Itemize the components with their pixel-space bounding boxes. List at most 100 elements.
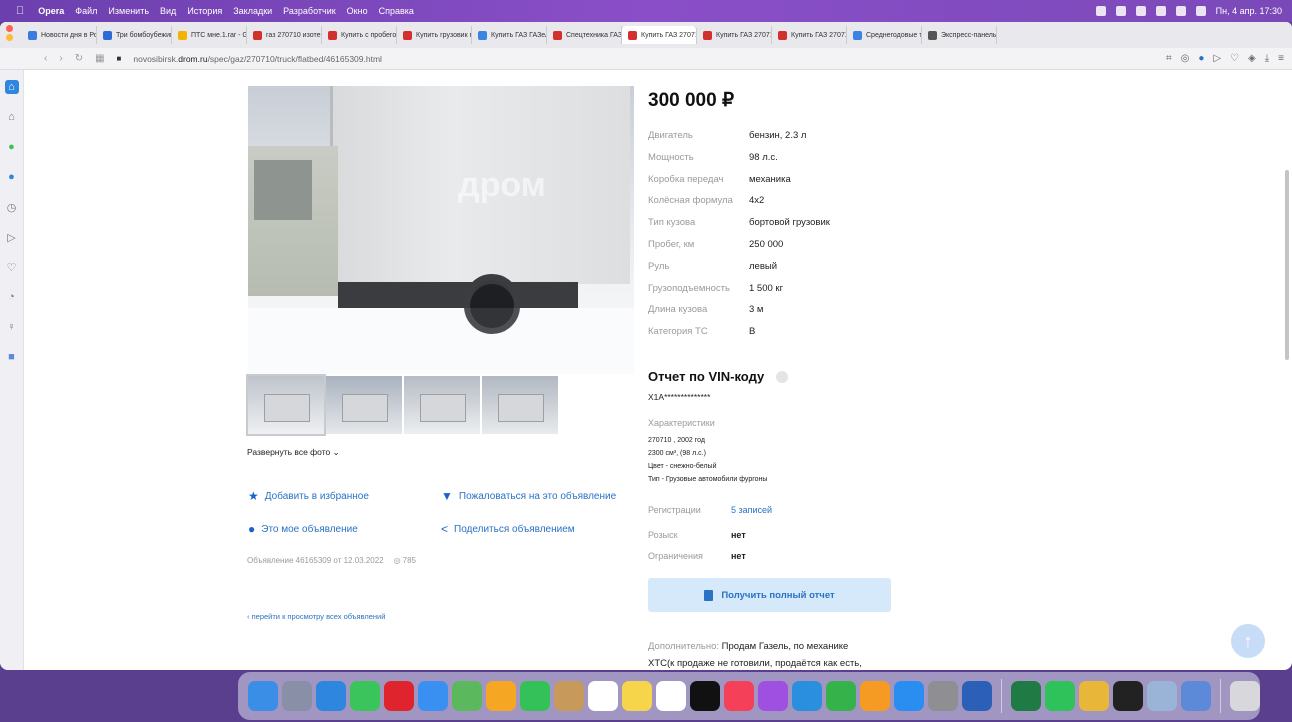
thumbnail[interactable] xyxy=(246,374,326,436)
pages-icon[interactable] xyxy=(860,681,890,711)
main-photo[interactable]: дром xyxy=(248,86,634,374)
history-icon[interactable]: ◔ xyxy=(5,290,19,304)
finder-icon[interactable] xyxy=(248,681,278,711)
apple-menu-icon[interactable]:  xyxy=(16,5,24,17)
contacts-icon[interactable] xyxy=(554,681,584,711)
complain-button[interactable]: ▼ Пожаловаться на это объявление xyxy=(441,489,616,503)
close-window-button[interactable] xyxy=(6,25,13,32)
preview-icon[interactable] xyxy=(1147,681,1177,711)
scroll-up-button[interactable]: ↑ xyxy=(1231,624,1265,658)
status-icon-battery[interactable] xyxy=(1135,6,1146,16)
calendar-icon[interactable] xyxy=(656,681,686,711)
numbers-icon[interactable] xyxy=(826,681,856,711)
search-icon[interactable] xyxy=(1175,6,1186,16)
menu-help[interactable]: Справка xyxy=(379,6,414,16)
music-icon[interactable] xyxy=(724,681,754,711)
word-icon[interactable] xyxy=(962,681,992,711)
page-scrollbar[interactable] xyxy=(1285,170,1289,360)
keynote-icon[interactable] xyxy=(792,681,822,711)
tabs-grid-icon[interactable]: ▦ xyxy=(95,53,104,64)
notes-icon[interactable] xyxy=(622,681,652,711)
appstore-icon[interactable] xyxy=(894,681,924,711)
add-favorite-button[interactable]: ★ Добавить в избранное xyxy=(248,489,369,503)
menu-edit[interactable]: Изменить xyxy=(108,6,149,16)
browser-tab[interactable]: Купить ГАЗ 270710 xyxy=(697,26,772,44)
home-outline-icon[interactable]: ⌂ xyxy=(5,110,19,124)
flow-icon[interactable]: ▷ xyxy=(5,230,19,244)
expand-photos-link[interactable]: Развернуть все фото ⌄ xyxy=(247,447,340,458)
menu-opera[interactable]: Opera xyxy=(38,6,64,16)
browser-tab[interactable]: Среднегодовые т xyxy=(847,26,922,44)
whatsapp-icon[interactable] xyxy=(1045,681,1075,711)
launchpad-icon[interactable] xyxy=(282,681,312,711)
play-icon[interactable]: ▷ xyxy=(1213,53,1221,64)
box-icon[interactable]: ◈ xyxy=(1248,53,1256,64)
minimize-window-button[interactable] xyxy=(6,34,13,41)
facetime-icon[interactable] xyxy=(520,681,550,711)
menu-view[interactable]: Вид xyxy=(160,6,176,16)
browser-tab[interactable]: Три бомбоубежищ xyxy=(97,26,172,44)
menu-file[interactable]: Файл xyxy=(75,6,97,16)
menu-icon[interactable]: ≡ xyxy=(1278,53,1284,64)
thumbnail[interactable] xyxy=(404,376,480,434)
browser-tab[interactable]: Экспресс-панель xyxy=(922,26,997,44)
my-ad-button[interactable]: ● Это мое объявление xyxy=(248,522,358,536)
browser-tab[interactable]: Купить с пробегом xyxy=(322,26,397,44)
menu-window[interactable]: Окно xyxy=(347,6,368,16)
menu-bookmarks[interactable]: Закладки xyxy=(233,6,272,16)
browser-tab[interactable]: Спецтехника ГАЗ xyxy=(547,26,622,44)
camera-icon[interactable]: ◎ xyxy=(1181,53,1190,64)
browser-tab[interactable]: газ 270710 изотер xyxy=(247,26,322,44)
menu-history[interactable]: История xyxy=(187,6,222,16)
heart-sidebar-icon[interactable]: ♡ xyxy=(5,260,19,274)
screenshot-icon[interactable] xyxy=(1181,681,1211,711)
back-icon[interactable]: ‹ xyxy=(44,53,47,64)
browser-tab[interactable]: Купить ГАЗ ГАЗель xyxy=(472,26,547,44)
url-field[interactable]: novosibirsk.drom.ru/spec/gaz/270710/truc… xyxy=(133,54,382,64)
snapshot-icon[interactable]: ⌗ xyxy=(1166,53,1172,64)
thumbnail[interactable] xyxy=(326,376,402,434)
browser-tab[interactable]: ПТС мне.1.rar - Goo xyxy=(172,26,247,44)
opera-icon[interactable] xyxy=(384,681,414,711)
reload-icon[interactable]: ↻ xyxy=(75,53,83,64)
clock-icon[interactable]: ◷ xyxy=(5,200,19,214)
mail-icon[interactable] xyxy=(418,681,448,711)
menubar-clock[interactable]: Пн, 4 апр. 17:30 xyxy=(1216,6,1282,16)
chrome-icon[interactable] xyxy=(1079,681,1109,711)
browser-tab[interactable]: Купить грузовик г xyxy=(397,26,472,44)
status-icon-app[interactable] xyxy=(1115,6,1126,16)
forward-icon[interactable]: › xyxy=(59,53,62,64)
info-icon[interactable] xyxy=(776,371,788,383)
download-icon[interactable]: ⤓ xyxy=(1265,53,1269,64)
menu-developer[interactable]: Разработчик xyxy=(283,6,335,16)
lightbulb-icon[interactable]: ♀ xyxy=(5,320,19,334)
browser-tab[interactable]: Купить ГАЗ 270710 xyxy=(622,26,697,44)
thumbnail[interactable] xyxy=(482,376,558,434)
safari-icon[interactable] xyxy=(316,681,346,711)
trash-icon[interactable] xyxy=(1230,681,1260,711)
shield-icon[interactable]: ● xyxy=(1198,53,1204,64)
tv-icon[interactable] xyxy=(690,681,720,711)
browser-tab[interactable]: Новости дня в Ро xyxy=(22,26,97,44)
home-icon[interactable]: ⌂ xyxy=(4,80,19,94)
registrations-link[interactable]: 5 записей xyxy=(731,505,772,515)
photos-icon[interactable] xyxy=(486,681,516,711)
excel-icon[interactable] xyxy=(1011,681,1041,711)
reminders-icon[interactable] xyxy=(588,681,618,711)
messenger-icon[interactable]: ● xyxy=(5,140,19,154)
control-center-icon[interactable] xyxy=(1195,6,1206,16)
wifi-icon[interactable] xyxy=(1155,6,1166,16)
share-button[interactable]: < Поделиться объявлением xyxy=(441,522,575,536)
wps-icon[interactable] xyxy=(1113,681,1143,711)
browser-tab[interactable]: Купить ГАЗ 270710 xyxy=(772,26,847,44)
heart-icon[interactable]: ♡ xyxy=(1230,53,1239,64)
messages-icon[interactable] xyxy=(350,681,380,711)
maps-icon[interactable] xyxy=(452,681,482,711)
messenger-2-icon[interactable]: ● xyxy=(5,170,19,184)
status-icon-vpn[interactable] xyxy=(1095,6,1106,16)
back-to-listings-link[interactable]: ‹ перейти к просмотру всех объявлений xyxy=(247,612,385,621)
extensions-icon[interactable]: ■ xyxy=(5,350,19,364)
podcasts-icon[interactable] xyxy=(758,681,788,711)
get-full-report-button[interactable]: Получить полный отчет xyxy=(648,578,891,612)
settings-icon[interactable] xyxy=(928,681,958,711)
